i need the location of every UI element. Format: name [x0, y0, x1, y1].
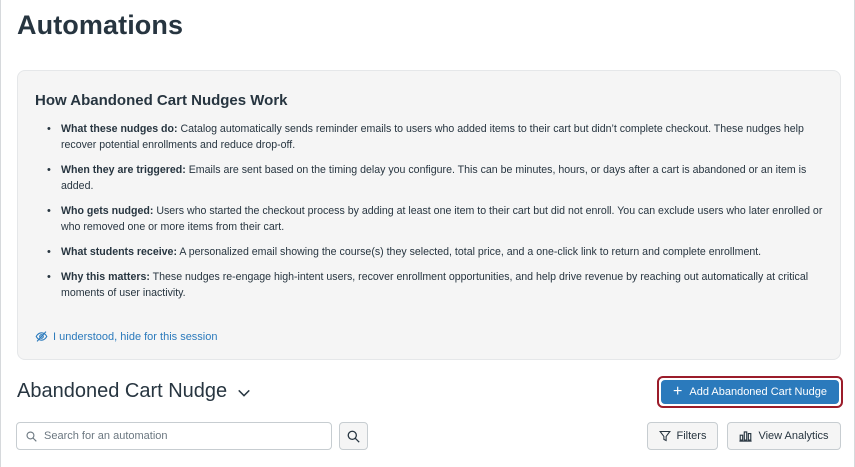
info-item-label: Who gets nudged:	[61, 205, 154, 217]
search-icon	[347, 430, 360, 443]
filters-label: Filters	[676, 430, 707, 442]
hide-link-label: I understood, hide for this session	[53, 330, 218, 343]
bar-chart-icon	[739, 431, 753, 442]
filters-button[interactable]: Filters	[647, 422, 718, 450]
info-item: Who gets nudged: Users who started the c…	[47, 203, 827, 235]
info-panel: How Abandoned Cart Nudges Work What thes…	[17, 70, 841, 360]
view-analytics-label: View Analytics	[758, 430, 829, 442]
hide-for-session-link[interactable]: I understood, hide for this session	[35, 330, 217, 343]
eye-slash-icon	[35, 331, 48, 342]
info-item-text: Users who started the checkout process b…	[61, 205, 823, 233]
info-list: What these nudges do: Catalog automatica…	[47, 121, 827, 310]
info-item-text: These nudges re-engage high-intent users…	[61, 271, 809, 299]
section-dropdown[interactable]: Abandoned Cart Nudge	[17, 380, 251, 403]
info-item-label: What these nudges do:	[61, 123, 178, 135]
search-field[interactable]	[16, 422, 332, 450]
page-title: Automations	[17, 10, 184, 40]
add-button-label: Add Abandoned Cart Nudge	[689, 386, 827, 398]
info-item-label: Why this matters:	[61, 271, 150, 283]
section-title: Abandoned Cart Nudge	[17, 380, 228, 402]
filter-icon	[658, 430, 671, 442]
add-button-highlight: + Add Abandoned Cart Nudge	[657, 376, 843, 408]
info-item-label: What students receive:	[61, 246, 177, 258]
chevron-down-icon	[238, 389, 250, 397]
add-abandoned-cart-nudge-button[interactable]: + Add Abandoned Cart Nudge	[661, 380, 839, 404]
info-item: What these nudges do: Catalog automatica…	[47, 121, 827, 153]
info-item-label: When they are triggered:	[61, 164, 186, 176]
view-analytics-button[interactable]: View Analytics	[727, 422, 841, 450]
info-panel-title: How Abandoned Cart Nudges Work	[35, 92, 288, 109]
search-input[interactable]	[44, 430, 324, 442]
info-item: Why this matters: These nudges re-engage…	[47, 269, 827, 301]
plus-icon: +	[673, 382, 683, 400]
info-item: When they are triggered: Emails are sent…	[47, 162, 827, 194]
info-item-text: A personalized email showing the course(…	[176, 246, 762, 258]
info-item: What students receive: A personalized em…	[47, 244, 827, 260]
search-icon	[26, 430, 37, 442]
search-button[interactable]	[339, 422, 368, 450]
